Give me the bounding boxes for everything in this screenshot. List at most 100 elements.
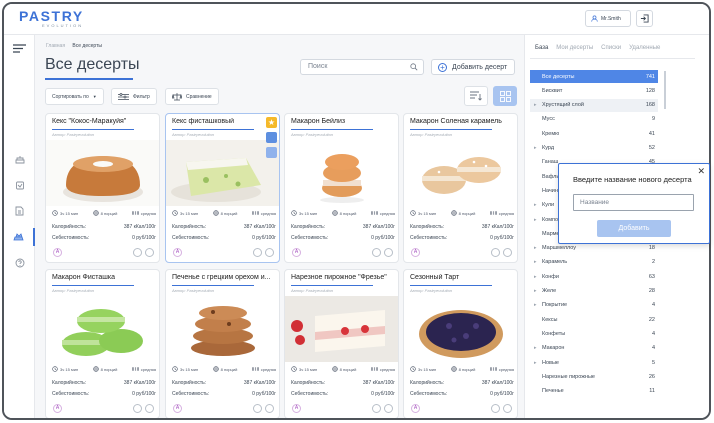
copy-icon[interactable]: [266, 147, 277, 158]
favorite-icon[interactable]: [133, 404, 142, 413]
dessert-photo[interactable]: [285, 140, 398, 206]
compare-button[interactable]: Сравнение: [165, 88, 219, 105]
add-button[interactable]: Добавить: [597, 220, 671, 237]
close-icon[interactable]: ✕: [697, 166, 705, 177]
sidebar-item[interactable]: ▸ Покрытие 4: [530, 299, 658, 312]
card-title[interactable]: Макарон Бейлиз: [291, 118, 395, 125]
dessert-name-input[interactable]: Название: [573, 194, 694, 211]
logout-button[interactable]: [636, 10, 653, 27]
dessert-card[interactable]: Макарон Соленая карамель Автор: Pastryevo…: [403, 113, 518, 263]
card-title[interactable]: Макарон Фисташка: [52, 274, 156, 281]
nav-cake-icon[interactable]: [4, 150, 35, 168]
scrollbar[interactable]: [664, 71, 666, 109]
breadcrumb-home[interactable]: Главная: [46, 43, 65, 49]
sidebar-item[interactable]: Бисквит 128: [530, 84, 658, 97]
dessert-card[interactable]: Макарон Фисташка Автор: Pastryevolution 3ч…: [45, 269, 160, 418]
star-icon[interactable]: ★: [266, 117, 277, 128]
dessert-card[interactable]: Печенье с грецким орехом и... Автор: Past…: [165, 269, 280, 418]
nav-help-icon[interactable]: [4, 254, 35, 272]
author-badge[interactable]: A: [292, 404, 301, 413]
author-badge[interactable]: A: [411, 404, 420, 413]
dessert-photo[interactable]: [404, 140, 517, 206]
tab-deleted[interactable]: Удаленные: [629, 45, 660, 51]
menu-icon[interactable]: [4, 39, 35, 57]
dessert-photo[interactable]: [46, 296, 159, 362]
caret-icon[interactable]: ▸: [534, 302, 537, 308]
user-button[interactable]: Mr.Smith: [585, 10, 631, 27]
add-dessert-button[interactable]: + Добавить десерт: [431, 59, 515, 75]
sidebar-item[interactable]: Мусс 9: [530, 113, 658, 126]
card-title[interactable]: Макарон Соленая карамель: [410, 118, 514, 125]
tab-my-desserts[interactable]: Мои десерты: [556, 45, 593, 51]
sidebar-item[interactable]: ▸ Макарон 4: [530, 342, 658, 355]
nav-desserts-icon[interactable]: [4, 228, 35, 246]
compare-icon[interactable]: [266, 132, 277, 143]
author-badge[interactable]: A: [53, 248, 62, 257]
author-badge[interactable]: A: [411, 248, 420, 257]
dessert-card[interactable]: Макарон Бейлиз Автор: Pastryevolution 3ч 1…: [284, 113, 399, 263]
author-badge[interactable]: A: [173, 248, 182, 257]
edit-icon[interactable]: [503, 404, 512, 413]
nav-ingredients-icon[interactable]: [4, 176, 35, 194]
dessert-photo[interactable]: [166, 296, 279, 362]
author-badge[interactable]: A: [292, 248, 301, 257]
favorite-icon[interactable]: [372, 404, 381, 413]
card-title[interactable]: Сезонный Тарт: [410, 274, 514, 281]
sidebar-item[interactable]: ▸ Конфи 63: [530, 270, 658, 283]
author-badge[interactable]: A: [173, 404, 182, 413]
dessert-card[interactable]: Нарезное пирожное "Фрезье" Автор: Pastrye…: [284, 269, 399, 418]
favorite-icon[interactable]: [253, 248, 262, 257]
card-title[interactable]: Нарезное пирожное "Фрезье": [291, 274, 395, 281]
edit-icon[interactable]: [145, 248, 154, 257]
sidebar-item[interactable]: Все десерты 741: [530, 70, 658, 83]
list-view-button[interactable]: [464, 86, 488, 106]
tab-base[interactable]: База: [535, 45, 548, 51]
sidebar-item[interactable]: Конфеты 4: [530, 327, 658, 340]
caret-icon[interactable]: ▸: [534, 217, 537, 223]
caret-icon[interactable]: ▸: [534, 288, 537, 294]
favorite-icon[interactable]: [491, 404, 500, 413]
sidebar-item[interactable]: Нарезные пирожные 26: [530, 370, 658, 383]
edit-icon[interactable]: [503, 248, 512, 257]
sidebar-item[interactable]: Кексы 22: [530, 313, 658, 326]
dessert-photo[interactable]: [285, 296, 398, 362]
sidebar-item[interactable]: ▸ Курд 52: [530, 142, 658, 155]
search-input[interactable]: Поиск: [300, 59, 424, 75]
sidebar-item[interactable]: ▸ Хрустящий слой 168: [530, 98, 658, 112]
search-icon[interactable]: [410, 63, 418, 71]
dessert-card[interactable]: Сезонный Тарт Автор: Pastryevolution 3ч 15…: [403, 269, 518, 418]
caret-icon[interactable]: ▸: [534, 145, 537, 151]
sidebar-item[interactable]: Печенье 11: [530, 385, 658, 398]
favorite-icon[interactable]: [491, 248, 500, 257]
caret-icon[interactable]: ▸: [534, 245, 537, 251]
dessert-card[interactable]: ★ Кекс фисташковый Автор: Pastryevolution 3…: [165, 113, 280, 263]
edit-icon[interactable]: [145, 404, 154, 413]
card-title[interactable]: Кекс фисташковый: [172, 118, 276, 125]
edit-icon[interactable]: [265, 248, 274, 257]
dessert-photo[interactable]: [404, 296, 517, 362]
favorite-icon[interactable]: [372, 248, 381, 257]
grid-view-button[interactable]: [493, 86, 517, 106]
author-badge[interactable]: A: [53, 404, 62, 413]
favorite-icon[interactable]: [253, 404, 262, 413]
edit-icon[interactable]: [265, 404, 274, 413]
edit-icon[interactable]: [384, 404, 393, 413]
card-title[interactable]: Печенье с грецким орехом и...: [172, 274, 276, 281]
logo[interactable]: PASTRY: [19, 9, 84, 23]
favorite-icon[interactable]: [133, 248, 142, 257]
sidebar-item[interactable]: ▸ Карамель 2: [530, 256, 658, 269]
dessert-photo[interactable]: [46, 140, 159, 206]
caret-icon[interactable]: ▸: [534, 259, 537, 265]
caret-icon[interactable]: ▸: [534, 360, 537, 366]
filter-button[interactable]: Фильтр: [111, 88, 157, 105]
dessert-card[interactable]: Кекс "Кокос-Маракуйя" Автор: Pastryevolut…: [45, 113, 160, 263]
caret-icon[interactable]: ▸: [534, 274, 537, 280]
tab-lists[interactable]: Списки: [601, 45, 621, 51]
caret-icon[interactable]: ▸: [534, 345, 537, 351]
sort-dropdown[interactable]: Сортировать по ▼: [45, 88, 104, 105]
nav-document-icon[interactable]: [4, 202, 35, 220]
caret-icon[interactable]: ▸: [534, 202, 537, 208]
sidebar-item[interactable]: Кремю 41: [530, 127, 658, 140]
caret-icon[interactable]: ▸: [534, 102, 537, 108]
dessert-photo[interactable]: [166, 140, 279, 206]
